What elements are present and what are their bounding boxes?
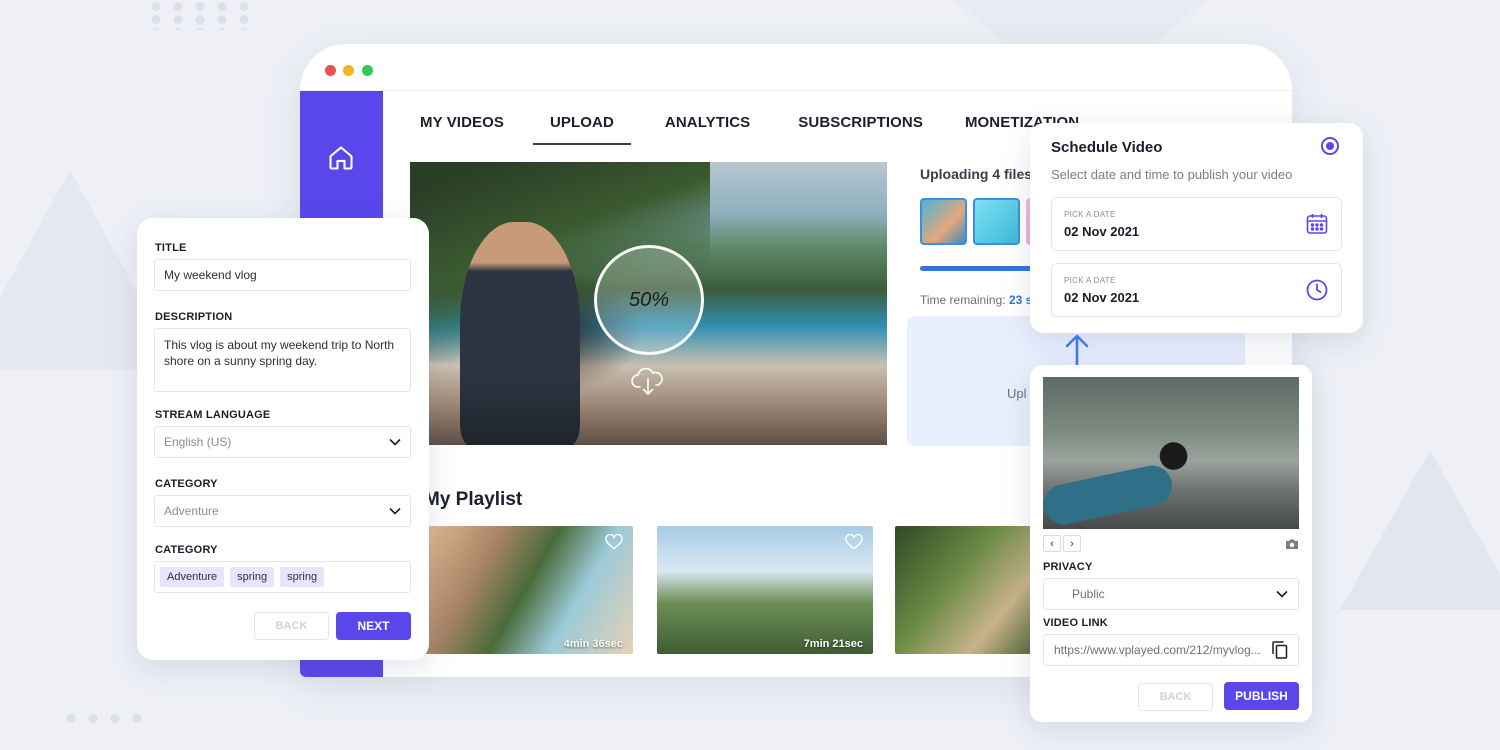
upload-preview: 50% (410, 162, 887, 445)
upload-progress-circle: 50% (594, 245, 704, 355)
playlist-title: My Playlist (424, 489, 523, 510)
background-dots (145, 0, 255, 30)
window-titlebar (300, 44, 1292, 91)
tags-input[interactable]: Adventure spring spring (154, 561, 411, 593)
schedule-title: Schedule Video (1051, 139, 1163, 156)
date-picker-label: PICK A DATE (1064, 210, 1116, 219)
main-nav: MY VIDEOS UPLOAD ANALYTICS SUBSCRIPTIONS… (420, 112, 1079, 145)
playlist-video-card[interactable] (895, 526, 1045, 654)
description-input[interactable]: This vlog is about my weekend trip to No… (154, 328, 411, 392)
time-remaining: Time remaining: 23 s (920, 293, 1032, 307)
chevron-down-icon (1276, 590, 1288, 598)
background-shape (1340, 450, 1500, 610)
back-button[interactable]: BACK (254, 612, 329, 640)
tab-my-videos[interactable]: MY VIDEOS (420, 112, 504, 145)
time-picker-value: 02 Nov 2021 (1064, 290, 1140, 305)
minimize-window-dot[interactable] (343, 65, 354, 76)
chevron-down-icon (389, 507, 401, 515)
video-link-value: https://www.vplayed.com/212/myvlog... (1054, 643, 1261, 657)
time-remaining-label: Time remaining: (920, 293, 1006, 307)
time-remaining-value: 23 s (1008, 293, 1033, 307)
tab-subscriptions[interactable]: SUBSCRIPTIONS (798, 112, 923, 145)
schedule-radio[interactable] (1321, 137, 1339, 155)
date-picker[interactable]: PICK A DATE 02 Nov 2021 (1051, 197, 1342, 251)
heart-icon[interactable] (605, 534, 623, 550)
calendar-icon[interactable] (1305, 212, 1329, 236)
video-duration: 4min 36sec (563, 638, 623, 650)
thumbnail-nav: ‹ › (1043, 535, 1081, 552)
upload-progress-label: 50% (628, 288, 670, 311)
privacy-label: PRIVACY (1043, 561, 1093, 573)
video-thumbnail-preview (1040, 377, 1299, 529)
upload-thumbnail[interactable] (973, 198, 1020, 245)
date-picker-value: 02 Nov 2021 (1064, 224, 1140, 239)
close-window-dot[interactable] (325, 65, 336, 76)
description-label: DESCRIPTION (155, 311, 233, 323)
schedule-video-card: Schedule Video Select date and time to p… (1030, 123, 1363, 333)
category-label: CATEGORY (155, 478, 218, 490)
video-details-form: TITLE My weekend vlog DESCRIPTION This v… (137, 218, 429, 660)
back-button[interactable]: BACK (1138, 683, 1213, 711)
chevron-down-icon (389, 438, 401, 446)
drop-zone-text: Upl (1007, 386, 1027, 401)
time-picker[interactable]: PICK A DATE 02 Nov 2021 (1051, 263, 1342, 317)
arrow-up-icon (1065, 334, 1089, 367)
preview-image-person (460, 222, 580, 445)
cloud-download-icon (631, 367, 663, 395)
upload-thumbnail[interactable] (920, 198, 967, 245)
publish-button[interactable]: PUBLISH (1224, 682, 1299, 710)
thumbnail-image-detail (1040, 461, 1176, 529)
tab-upload[interactable]: UPLOAD (532, 112, 631, 145)
copy-icon[interactable] (1272, 641, 1288, 659)
time-picker-label: PICK A DATE (1064, 276, 1116, 285)
publish-card: ‹ › PRIVACY Public VIDEO LINK https://ww… (1030, 365, 1312, 722)
tag-chip[interactable]: spring (280, 567, 325, 587)
stream-language-select[interactable]: English (US) (154, 426, 411, 458)
stream-language-value: English (US) (164, 435, 232, 449)
background-dots (60, 712, 150, 726)
playlist-video-card[interactable]: 4min 36sec (417, 526, 633, 654)
schedule-subtitle: Select date and time to publish your vid… (1051, 167, 1293, 182)
tag-chip[interactable]: Adventure (160, 567, 225, 587)
playlist-video-card[interactable]: 7min 21sec (657, 526, 873, 654)
clock-icon[interactable] (1305, 278, 1329, 302)
tags-label: CATEGORY (155, 544, 218, 556)
next-button[interactable]: NEXT (336, 612, 411, 640)
camera-icon[interactable] (1285, 538, 1299, 550)
category-select[interactable]: Adventure (154, 495, 411, 527)
upload-status-title: Uploading 4 files (920, 166, 1033, 182)
next-thumbnail-button[interactable]: › (1063, 535, 1081, 552)
category-value: Adventure (164, 504, 219, 518)
tag-chip[interactable]: spring (230, 567, 275, 587)
privacy-value: Public (1072, 587, 1105, 601)
title-input[interactable]: My weekend vlog (154, 259, 411, 291)
maximize-window-dot[interactable] (362, 65, 373, 76)
video-link-field[interactable]: https://www.vplayed.com/212/myvlog... (1043, 634, 1299, 666)
home-icon[interactable] (327, 144, 355, 172)
privacy-select[interactable]: Public (1043, 578, 1299, 610)
stream-language-label: STREAM LANGUAGE (155, 409, 271, 421)
heart-icon[interactable] (845, 534, 863, 550)
previous-thumbnail-button[interactable]: ‹ (1043, 535, 1061, 552)
video-link-label: VIDEO LINK (1043, 617, 1108, 629)
tab-analytics[interactable]: ANALYTICS (665, 112, 750, 145)
video-duration: 7min 21sec (803, 638, 863, 650)
title-label: TITLE (155, 242, 187, 254)
